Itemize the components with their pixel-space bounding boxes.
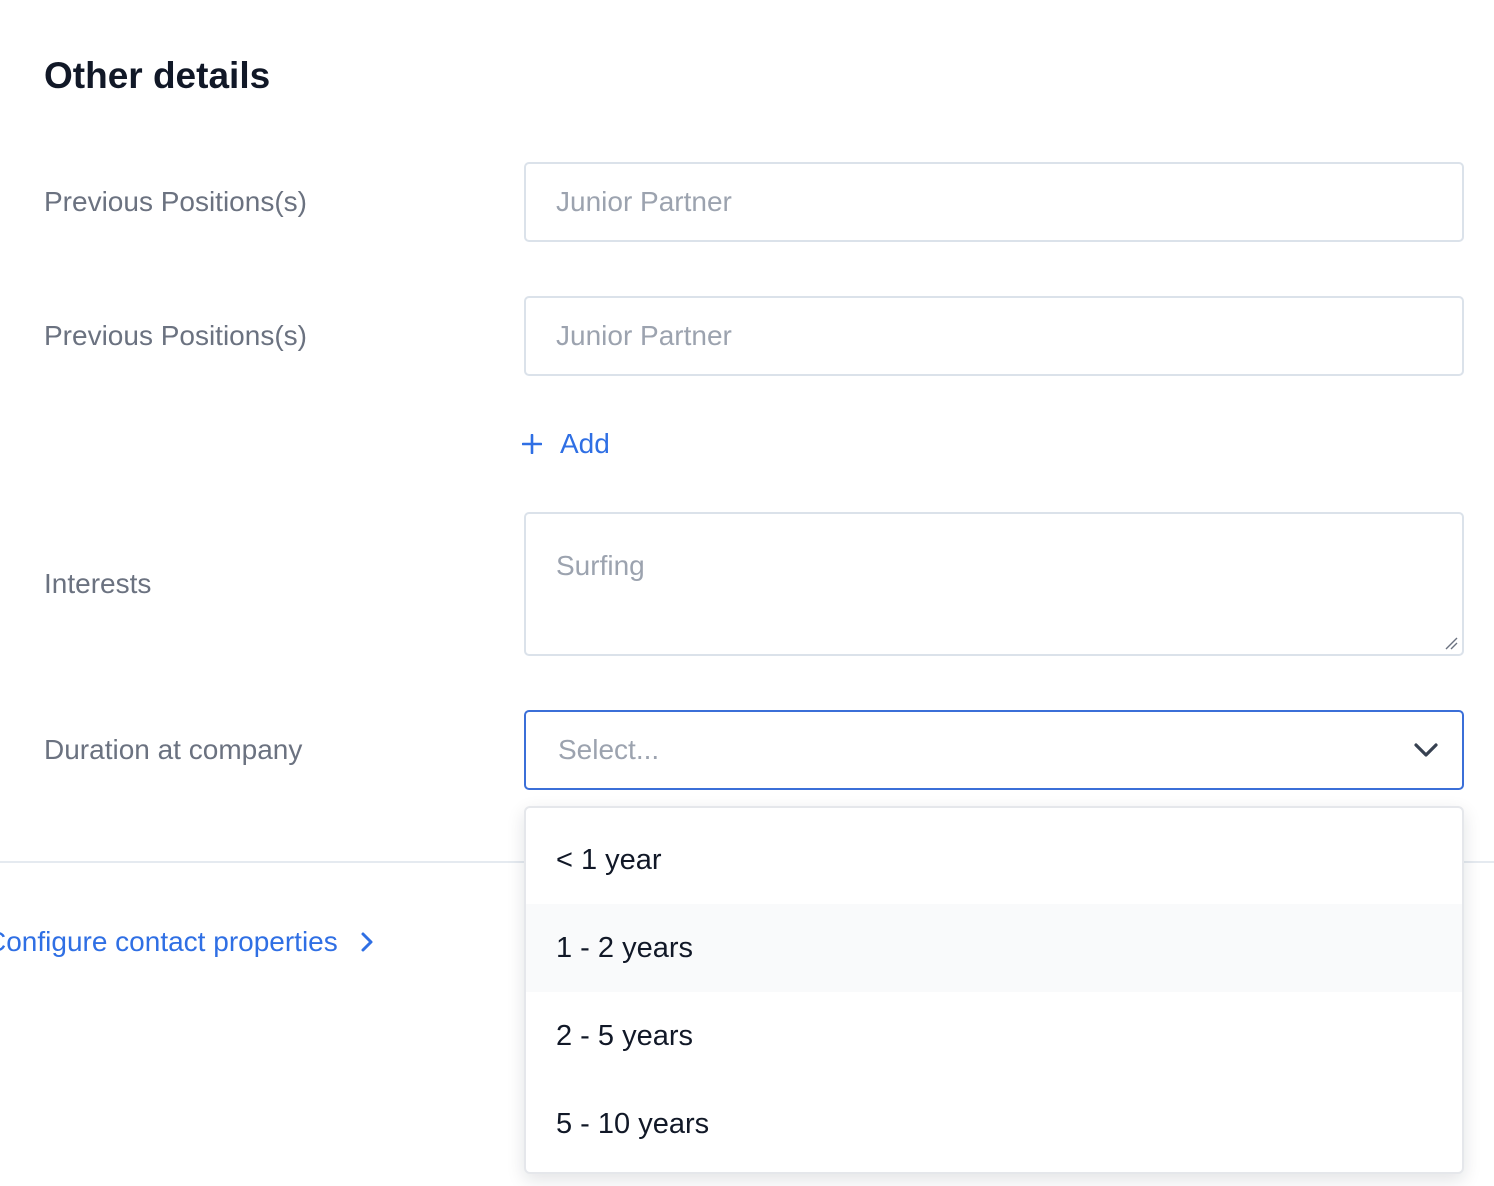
dropdown-option[interactable]: 5 - 10 years xyxy=(526,1080,1462,1168)
interests-label: Interests xyxy=(44,568,152,599)
interests-textarea[interactable]: Surfing xyxy=(524,512,1464,656)
dropdown-option[interactable]: 1 - 2 years xyxy=(526,904,1462,992)
dropdown-option[interactable]: < 1 year xyxy=(526,816,1462,904)
configure-contact-properties-link[interactable]: Configure contact properties xyxy=(0,922,374,962)
previous-positions-input[interactable]: Junior Partner xyxy=(524,162,1464,242)
duration-dropdown-menu: < 1 year 1 - 2 years 2 - 5 years 5 - 10 … xyxy=(524,806,1464,1174)
previous-positions-label: Previous Positions(s) xyxy=(44,320,307,351)
previous-positions-label: Previous Positions(s) xyxy=(44,186,307,217)
add-position-button[interactable]: Add xyxy=(522,424,610,464)
dropdown-option[interactable]: 2 - 5 years xyxy=(526,992,1462,1080)
chevron-down-icon xyxy=(1414,743,1438,757)
chevron-right-icon xyxy=(361,932,373,952)
duration-label: Duration at company xyxy=(44,734,303,765)
plus-icon xyxy=(522,434,542,454)
previous-positions-input[interactable]: Junior Partner xyxy=(524,296,1464,376)
resize-handle-icon[interactable] xyxy=(1444,636,1458,650)
configure-contact-properties-label: Configure contact properties xyxy=(0,926,338,957)
section-title: Other details xyxy=(44,55,271,96)
interests-placeholder: Surfing xyxy=(556,550,645,581)
duration-select[interactable]: Select... xyxy=(524,710,1464,790)
duration-select-placeholder: Select... xyxy=(558,734,660,765)
add-position-label: Add xyxy=(560,428,610,459)
